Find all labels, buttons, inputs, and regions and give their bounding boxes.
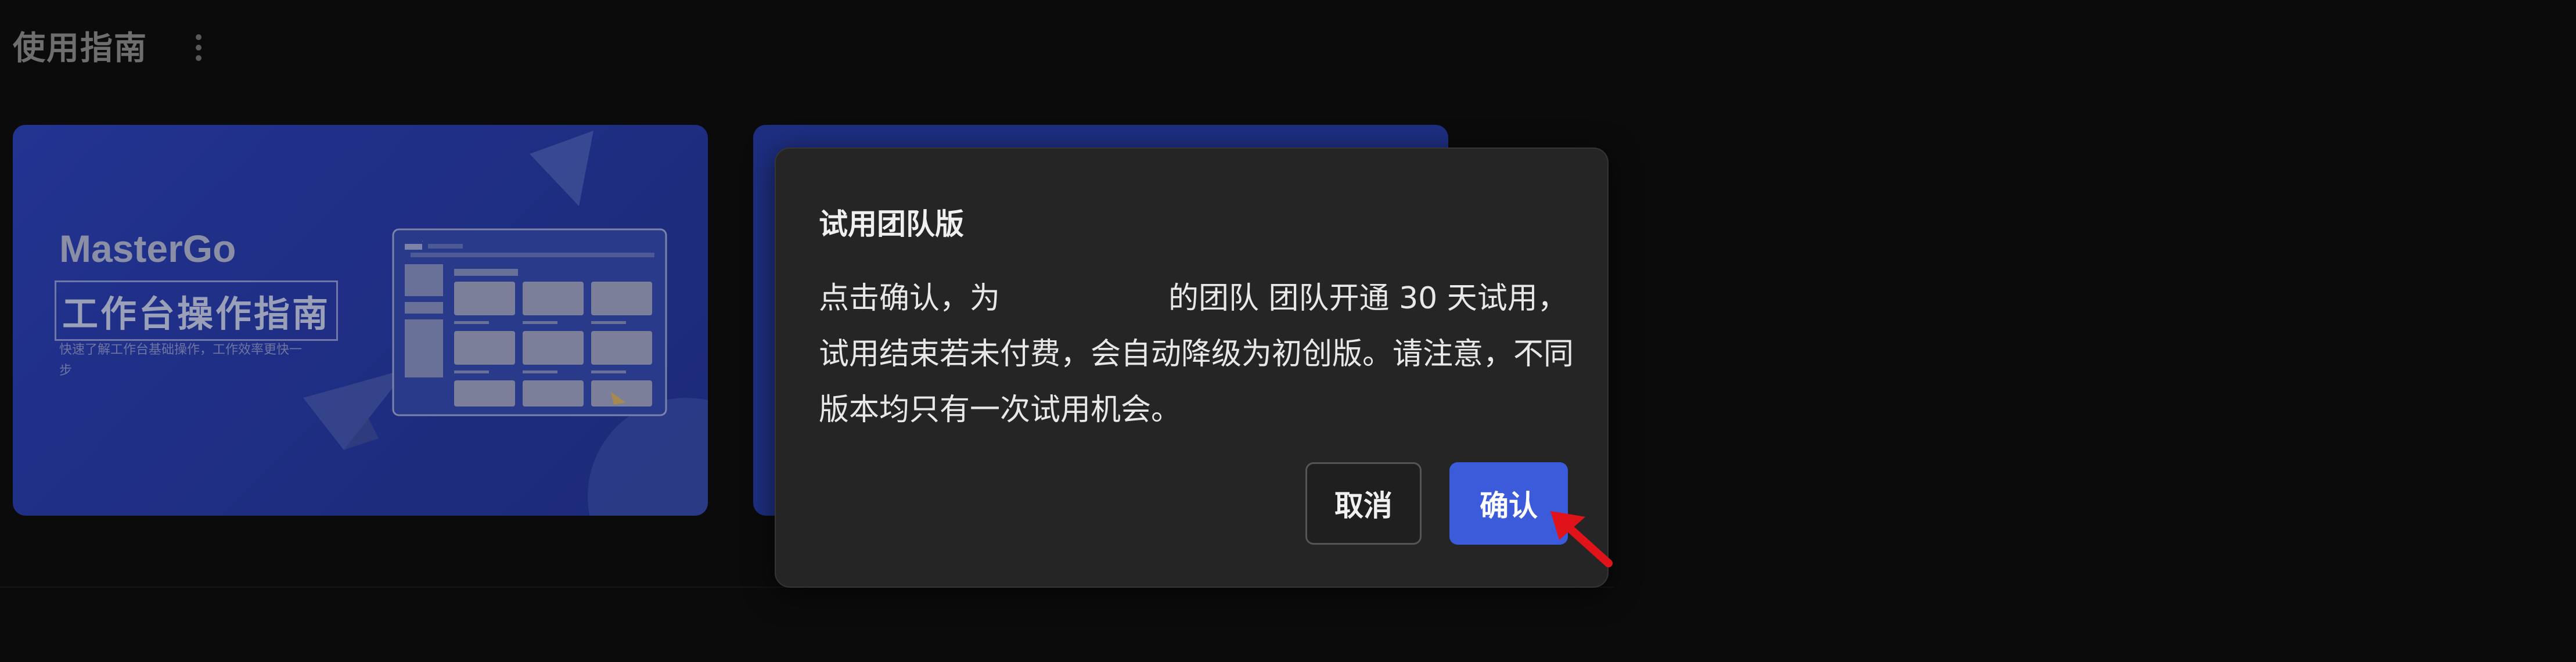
card-subtitle: 快速了解工作台基础操作，工作效率更快一步 bbox=[59, 343, 303, 378]
pointer-arrow-icon bbox=[1550, 511, 1613, 567]
cancel-button[interactable]: 取消 bbox=[1305, 462, 1422, 545]
more-vertical-icon[interactable] bbox=[187, 30, 210, 65]
dialog-title: 试用团队版 bbox=[819, 207, 964, 241]
workbench-illustration bbox=[303, 131, 708, 516]
dialog-message: 点击确认，为 的团队 团队开通 30 天试用，试用结束若未付费，会自动降级为初创版… bbox=[819, 271, 1574, 438]
card-title-en: MasterGo bbox=[59, 227, 236, 270]
guide-card-workbench[interactable]: MasterGo 工作台操作指南 快速了解工作台基础操作，工作效率更快一步 bbox=[13, 125, 708, 516]
trial-team-dialog: 试用团队版 点击确认，为 的团队 团队开通 30 天试用，试用结束若未付费，会自动… bbox=[775, 147, 1609, 588]
page: 使用指南 MasterGo 工作台操作指南 快速了解工作台基础操作，工作效率更快… bbox=[0, 0, 2576, 662]
page-title: 使用指南 bbox=[13, 30, 147, 67]
dialog-message-part1: 点击确认，为 bbox=[819, 281, 1001, 316]
